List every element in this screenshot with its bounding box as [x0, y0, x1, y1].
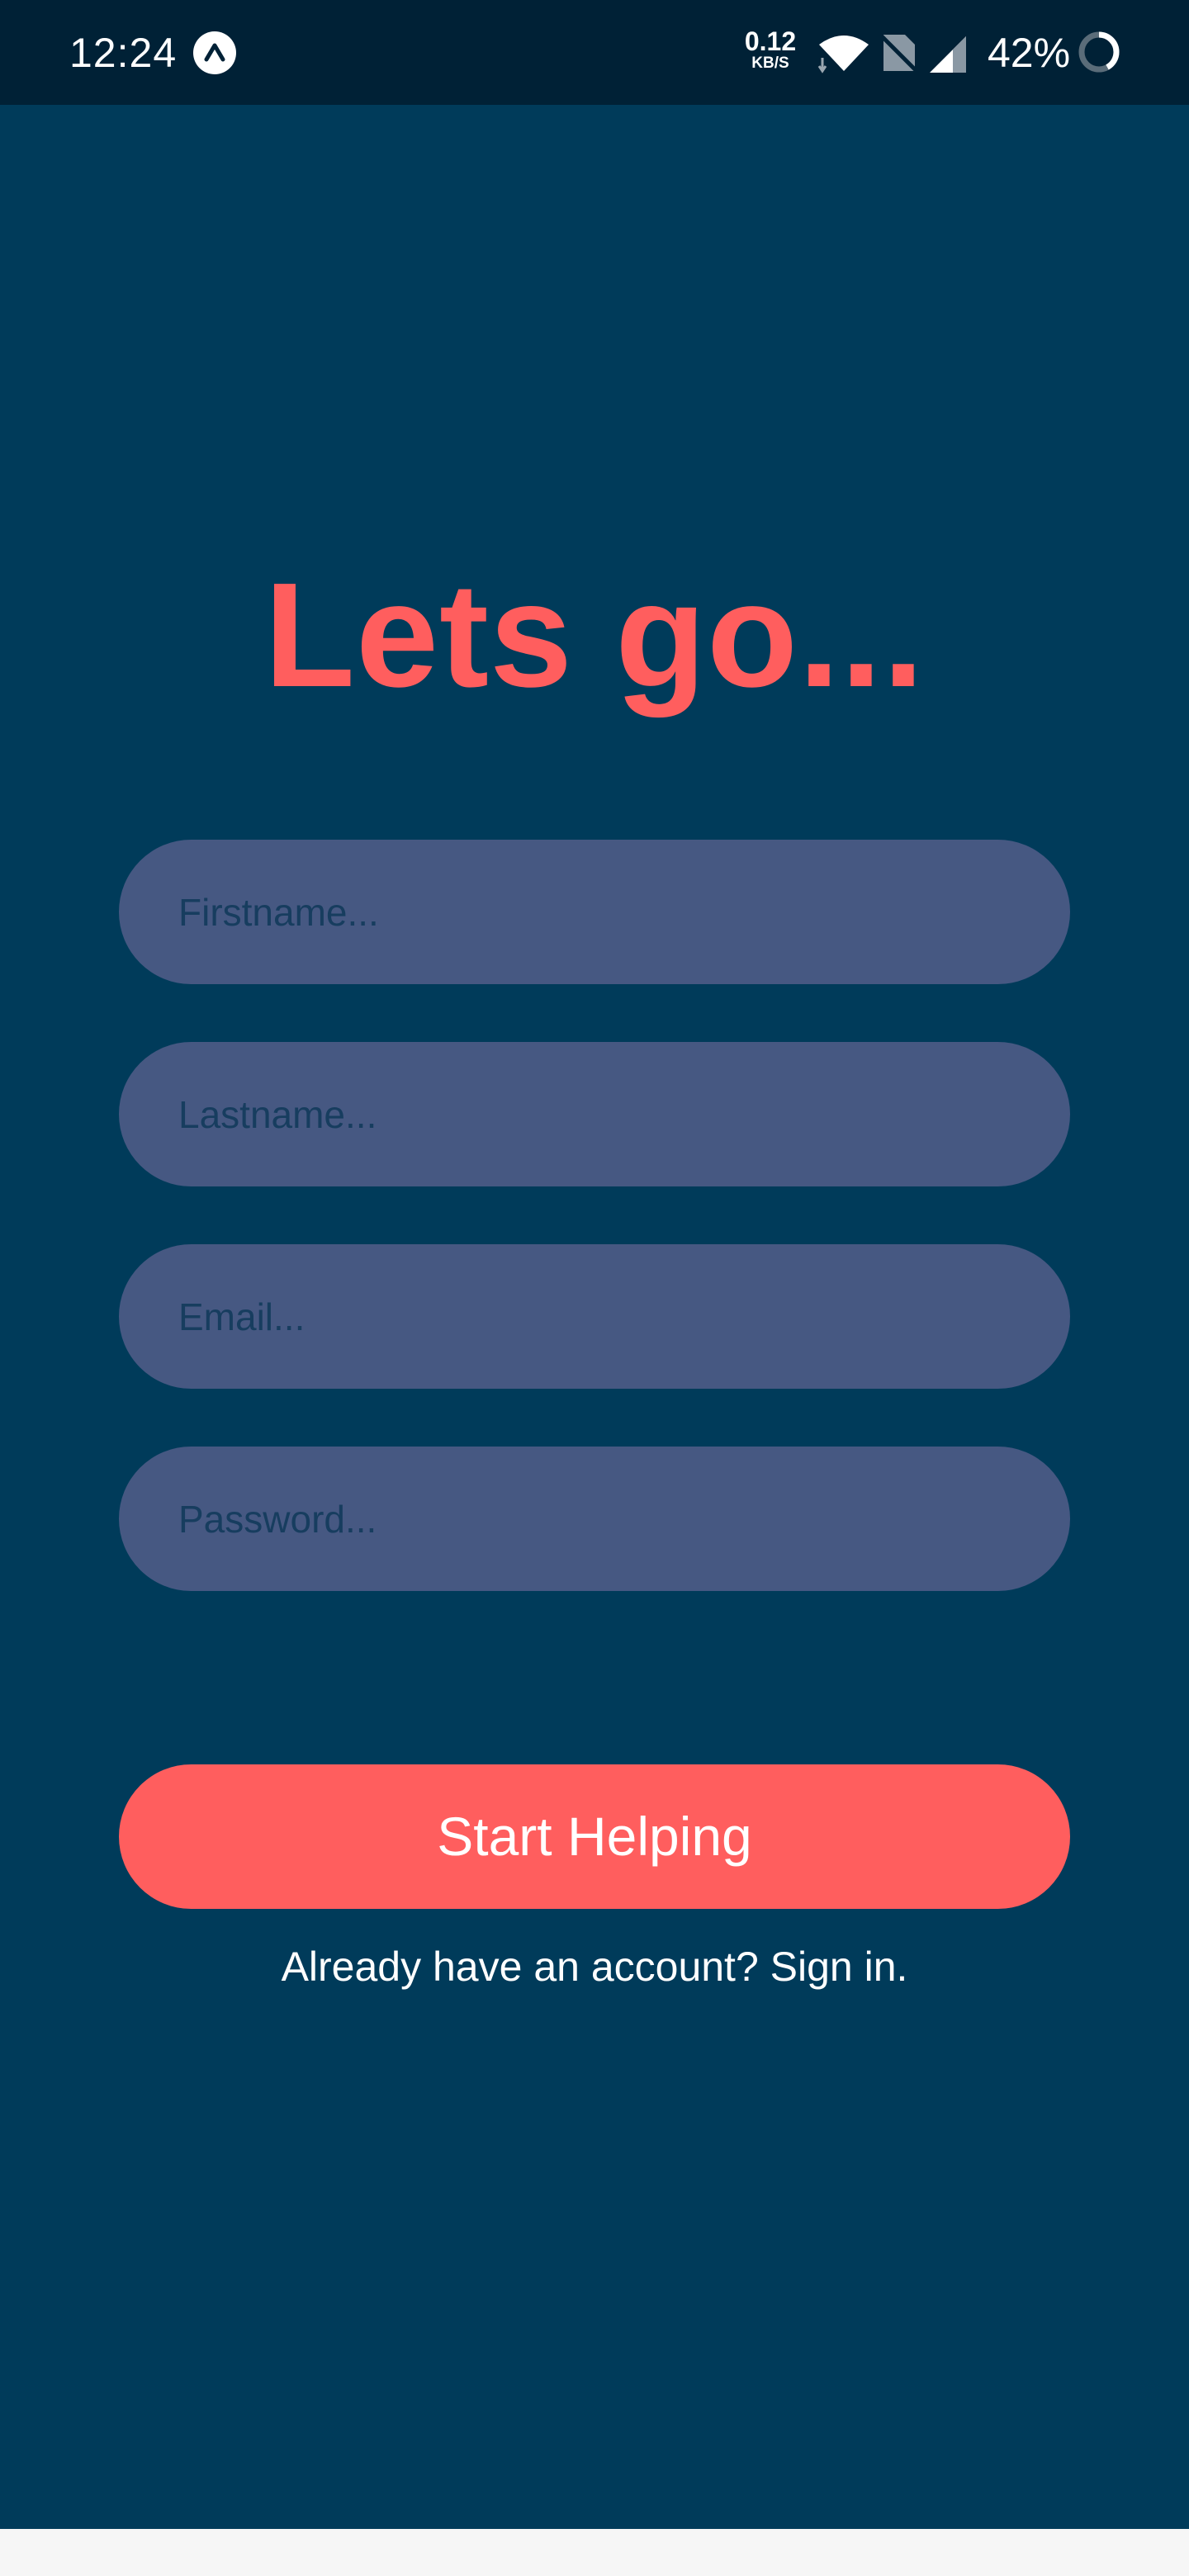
network-speed-value: 0.12 — [744, 26, 797, 56]
network-speed: 0.12 KB/S — [741, 28, 799, 71]
network-speed-unit: KB/S — [751, 54, 789, 72]
email-input[interactable] — [119, 1244, 1070, 1389]
lastname-input[interactable] — [119, 1042, 1070, 1186]
sign-in-link[interactable]: Already have an account? Sign in. — [0, 1940, 1189, 1993]
status-time: 12:24 — [69, 30, 178, 76]
wifi-icon — [817, 36, 869, 73]
app-notification-icon — [193, 31, 236, 74]
password-input[interactable] — [119, 1447, 1070, 1591]
battery-icon — [1078, 31, 1120, 73]
no-sim-icon — [882, 35, 917, 73]
battery-percentage: 42% — [988, 30, 1071, 76]
status-bar: 12:24 0.12 KB/S 42% — [0, 0, 1189, 105]
start-helping-button[interactable]: Start Helping — [119, 1764, 1070, 1909]
page-title: Lets go... — [263, 552, 926, 718]
cellular-signal-icon — [930, 36, 966, 73]
firstname-input[interactable] — [119, 840, 1070, 984]
